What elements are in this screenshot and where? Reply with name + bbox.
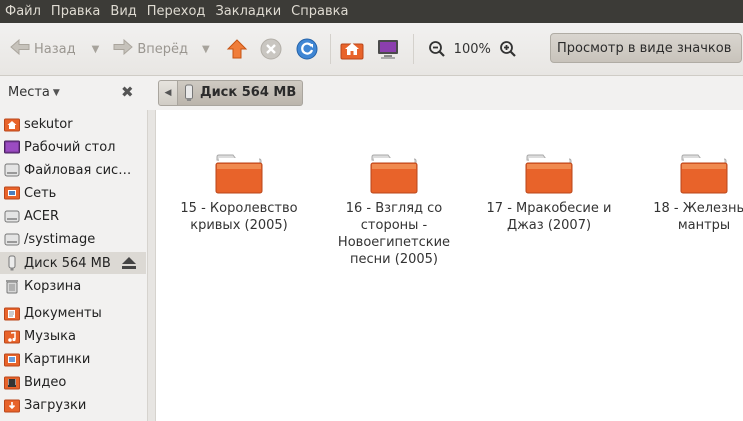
back-label: Назад: [34, 41, 76, 57]
folder-name: 15 - Королевство кривых (2005): [180, 201, 298, 233]
zoom-level: 100%: [453, 41, 491, 57]
chevron-down-icon: ▼: [52, 87, 60, 98]
eject-icon[interactable]: [120, 256, 138, 270]
downloads-folder-icon: [4, 399, 20, 413]
toolbar-separator: [412, 34, 414, 64]
toolbar-separator: [329, 34, 331, 64]
path-back-arrow-icon[interactable]: ◀: [158, 79, 178, 106]
menu-edit[interactable]: Правка: [46, 0, 105, 23]
sidebar-item-acer[interactable]: ACER: [0, 205, 146, 227]
folder-item[interactable]: 18 - Железные мантры: [629, 154, 743, 234]
sidebar: sekutor Рабочий стол Файловая сис… Сеть …: [0, 110, 148, 421]
folder-icon: [370, 154, 418, 194]
folder-item[interactable]: 16 - Взгляд со стороны - Новоегипетские …: [319, 154, 469, 268]
menu-help[interactable]: Справка: [286, 0, 353, 23]
file-view[interactable]: 15 - Королевство кривых (2005) 16 - Взгл…: [156, 110, 743, 421]
up-arrow-icon[interactable]: [224, 36, 250, 62]
toolbar: Назад ▼ Вперёд ▼ 100% Просмотр в виде зн…: [0, 23, 743, 76]
pictures-folder-icon: [4, 353, 20, 367]
trash-icon: [6, 280, 18, 294]
documents-folder-icon: [4, 307, 20, 321]
home-icon[interactable]: [339, 36, 365, 62]
sidebar-item-filesystem[interactable]: Файловая сис…: [0, 159, 146, 181]
back-button[interactable]: Назад: [10, 31, 76, 67]
folder-icon: [680, 154, 728, 194]
reload-icon[interactable]: [294, 36, 320, 62]
usb-drive-icon: [185, 84, 193, 101]
menubar: Файл Правка Вид Переход Закладки Справка: [0, 0, 743, 23]
menu-view[interactable]: Вид: [105, 0, 141, 23]
sidebar-item-music[interactable]: Музыка: [0, 325, 146, 347]
computer-icon[interactable]: [375, 36, 401, 62]
sidebar-item-usb-disk[interactable]: Диск 564 MB: [0, 252, 146, 274]
sidebar-item-network[interactable]: Сеть: [0, 182, 146, 204]
folder-name: 16 - Взгляд со стороны - Новоегипетские …: [337, 201, 451, 267]
video-folder-icon: [4, 376, 20, 390]
forward-history-dropdown-icon[interactable]: ▼: [202, 44, 210, 55]
menu-file[interactable]: Файл: [0, 0, 46, 23]
close-icon[interactable]: ✖: [121, 83, 134, 101]
zoom-in-icon[interactable]: [495, 36, 521, 62]
back-arrow-icon: [10, 38, 30, 60]
folder-item[interactable]: 15 - Королевство кривых (2005): [164, 154, 314, 234]
drive-icon: [4, 233, 20, 246]
back-history-dropdown-icon[interactable]: ▼: [92, 44, 100, 55]
sidebar-item-systimage[interactable]: /systimage: [0, 228, 146, 250]
forward-button[interactable]: Вперёд: [113, 31, 188, 67]
view-mode-button[interactable]: Просмотр в виде значков: [550, 33, 742, 63]
menu-go[interactable]: Переход: [142, 0, 211, 23]
sidebar-item-video[interactable]: Видео: [0, 371, 146, 393]
folder-name: 17 - Мракобесие и Джаз (2007): [486, 201, 612, 233]
forward-arrow-icon: [113, 38, 134, 60]
drive-icon: [4, 210, 20, 223]
folder-icon: [215, 154, 263, 194]
sidebar-item-home[interactable]: sekutor: [0, 113, 146, 135]
folder-icon: [525, 154, 573, 194]
zoom-out-icon[interactable]: [424, 36, 450, 62]
forward-label: Вперёд: [137, 41, 188, 57]
path-bar: ◀ Диск 564 MB: [148, 76, 743, 109]
usb-drive-icon: [8, 255, 16, 271]
sidebar-item-downloads[interactable]: Загрузки: [0, 394, 146, 416]
home-folder-icon: [4, 118, 20, 132]
sidebar-resize-handle[interactable]: [148, 110, 156, 421]
sidebar-item-pictures[interactable]: Картинки: [0, 348, 146, 370]
side-pane-title: Места: [8, 85, 50, 100]
folder-item[interactable]: 17 - Мракобесие и Джаз (2007): [474, 154, 624, 234]
sidebar-item-trash[interactable]: Корзина: [0, 275, 146, 297]
menu-bookmarks[interactable]: Закладки: [210, 0, 286, 23]
sidebar-item-documents[interactable]: Документы: [0, 302, 146, 324]
sidebar-item-desktop[interactable]: Рабочий стол: [0, 136, 146, 158]
folder-name: 18 - Железные мантры: [653, 201, 743, 233]
desktop-icon: [4, 140, 20, 154]
filesystem-drive-icon: [4, 163, 20, 177]
stop-icon[interactable]: [258, 36, 284, 62]
breadcrumb-current[interactable]: Диск 564 MB: [178, 79, 304, 106]
network-icon: [4, 186, 20, 200]
breadcrumb-label: Диск 564 MB: [200, 85, 297, 100]
music-folder-icon: [4, 330, 20, 344]
